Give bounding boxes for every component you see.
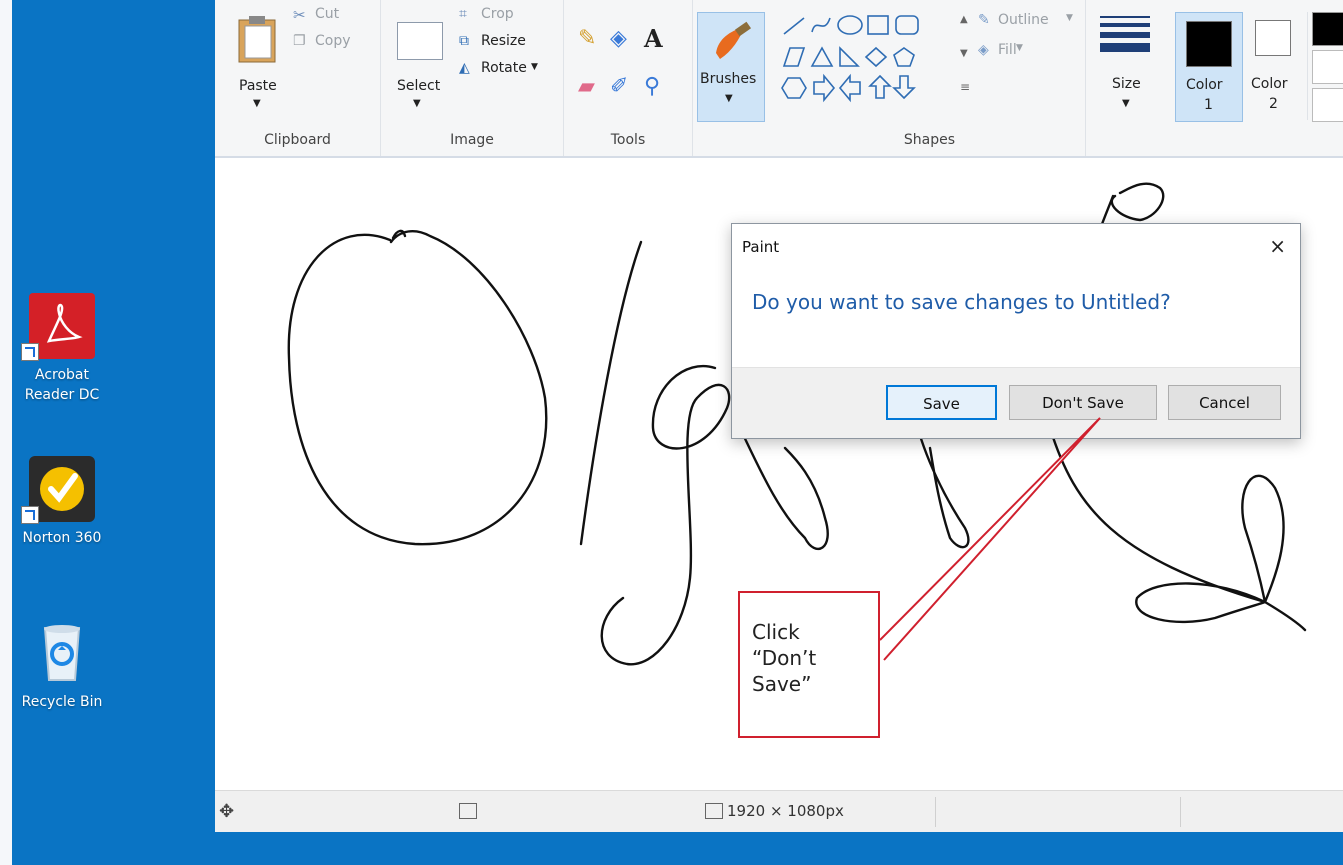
callout-text: “Don’t [752,646,817,670]
instruction-callout: Click “Don’t Save” [738,591,880,738]
callout-text: Save” [752,672,812,696]
callout-pointer [879,417,1101,661]
callout-text: Click [752,620,800,644]
